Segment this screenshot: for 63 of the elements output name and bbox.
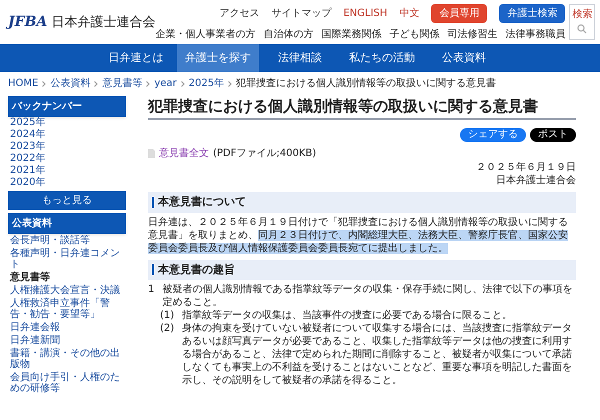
sidebar-link[interactable]: 人権救済申立事件「警告・勧告・要望等」: [8, 297, 126, 321]
header-link[interactable]: 子ども関係: [389, 27, 440, 42]
list-marker: 1: [148, 283, 154, 297]
sidebar-link[interactable]: 2025年: [8, 117, 126, 129]
header-link[interactable]: 自治体の方: [263, 27, 314, 42]
header-link[interactable]: 法律事務職員: [505, 27, 566, 42]
chevron-icon: [146, 81, 150, 87]
sidebar-link[interactable]: 2020年: [8, 177, 126, 189]
more-button[interactable]: もっと見る: [8, 191, 126, 210]
sidebar-link[interactable]: 意見書等: [8, 271, 126, 284]
sidebar-link[interactable]: 各種声明・日弁連コメント: [8, 247, 126, 271]
logo-text: 日本弁護士連合会: [51, 14, 156, 32]
file-info: (PDFファイル;400KB): [213, 147, 316, 161]
chevron-icon: [180, 81, 185, 87]
header-link[interactable]: アクセス: [219, 6, 260, 21]
breadcrumb-link[interactable]: HOME: [8, 79, 38, 89]
chevron-icon: [94, 81, 98, 87]
pdf-link[interactable]: 意見書全文: [159, 146, 209, 161]
header-link[interactable]: 国際業務関係: [321, 27, 382, 42]
chevron-icon: [42, 81, 46, 87]
section-heading-text: 本意見書の趣旨: [158, 262, 235, 278]
list-marker: (1): [160, 309, 176, 322]
logo-mark: JFBA: [8, 12, 48, 33]
sidebar-link[interactable]: 書籍・講演・その他の出版物: [8, 347, 126, 371]
header-link[interactable]: 企業・個人事業者の方: [155, 27, 256, 42]
chevron-icon: [228, 81, 232, 87]
breadcrumb-link[interactable]: 2025年: [188, 79, 224, 89]
list-text: 指掌紋等データの収集は、当該事件の捜査に必要である場合に限ること。: [182, 309, 512, 322]
sidebar-heading: バックナンバー: [8, 96, 126, 117]
sidebar-link[interactable]: 日弁連新聞: [8, 334, 126, 347]
header-link[interactable]: 司法修習生: [447, 27, 498, 42]
search-button[interactable]: 弁護士検索: [499, 4, 566, 23]
search-icon: [577, 24, 588, 34]
share-button[interactable]: ポスト: [530, 128, 576, 142]
share-button[interactable]: シェアする: [460, 128, 526, 142]
nav-tab[interactable]: 弁護士を探す: [177, 44, 259, 72]
section-heading-text: 本意見書について: [158, 194, 246, 210]
date-text: ２０２５年６月１９日: [475, 161, 576, 174]
member-button[interactable]: 会員専用: [431, 4, 488, 23]
sidebar-link[interactable]: 会員向け手引・人権のための研修等: [8, 371, 126, 395]
sidebar-link[interactable]: 2023年: [8, 141, 126, 153]
breadcrumb-link[interactable]: 犯罪捜査における個人識別情報等の取扱いに関する意見書: [236, 79, 496, 89]
breadcrumb-link[interactable]: 公表資料: [50, 79, 90, 89]
sidebar-link[interactable]: 2024年: [8, 129, 126, 141]
sidebar-heading: 公表資料: [8, 213, 126, 234]
sidebar-link[interactable]: 2022年: [8, 153, 126, 165]
breadcrumb-link[interactable]: year: [154, 79, 177, 89]
author-text: 日本弁護士連合会: [495, 174, 576, 187]
header-link[interactable]: サイトマップ: [271, 6, 332, 21]
list-text: 身体の拘束を受けていない被疑者について収集する場合には、当該捜査に指掌紋データあるいは顔写真データが必要であること、収集した指掌紋等データは他の捜査に利用する場合があること、法律で定められた期間に削除すること、被疑者が収集について承諾しなくても事実上の不利益を受けることはないことなど、重要な事項を明記した書面を示し、その説明をして被疑者の承諾を得ること。: [182, 322, 573, 387]
paragraph: 日弁連は、２０２５年６月１９日付けで「犯罪捜査における個人識別情報等の取扱いに関する意見書」を取りまとめ、同月２３日付けで、内閣総理大臣、法務大臣、警察庁長官、国家公安委員会委員長及び個人情報保護委員会委員長宛てに提出しました。: [148, 216, 569, 254]
sidebar-link[interactable]: 2021年: [8, 165, 126, 177]
header-link[interactable]: 中文: [399, 6, 420, 21]
list-text: 被疑者の個人識別情報である指掌紋等データの収集・保存手続に関し、法律で以下の事項を定めること。: [162, 283, 574, 309]
sidebar-link[interactable]: 人権擁護大会宣言・決議: [8, 284, 126, 297]
page-title: 犯罪捜査における個人識別情報等の取扱いに関する意見書: [148, 96, 576, 120]
list-marker: (2): [160, 322, 176, 336]
sidebar-link[interactable]: 会長声明・談話等: [8, 234, 126, 247]
header-link[interactable]: ENGLISH: [343, 6, 388, 21]
breadcrumb-link[interactable]: 意見書等: [102, 79, 142, 89]
pdf-file-icon: [148, 149, 155, 158]
search-button[interactable]: 検索: [569, 4, 596, 40]
sidebar-link[interactable]: 日弁連会報: [8, 321, 126, 334]
